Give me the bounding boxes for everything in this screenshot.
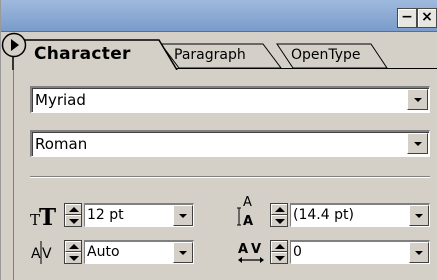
font-size-field[interactable]: 12 pt — [84, 203, 194, 227]
kerning-stepper[interactable] — [64, 240, 82, 264]
svg-text:A: A — [243, 195, 252, 210]
tracking-stepper[interactable] — [270, 240, 288, 264]
palette-title-bar[interactable]: − × — [1, 0, 437, 32]
tab-strip: Character Paragraph OpenType — [1, 32, 437, 70]
close-button[interactable]: × — [417, 8, 437, 28]
character-panel-body: Myriad Roman T T 12 pt A A (14.4 pt) A V… — [13, 70, 437, 280]
leading-dropdown-arrow[interactable] — [409, 205, 429, 226]
leading-field[interactable]: (14.4 pt) — [290, 203, 430, 227]
tab-opentype[interactable]: OpenType — [291, 48, 361, 62]
character-palette: − × Character Paragraph OpenType Myriad — [0, 0, 437, 280]
kerning-field[interactable]: Auto — [84, 240, 194, 264]
font-family-value: Myriad — [35, 91, 86, 109]
tracking-icon: A V — [238, 242, 264, 263]
font-style-dropdown[interactable]: Roman — [30, 130, 430, 157]
svg-text:A: A — [243, 214, 253, 228]
tracking-dropdown-arrow[interactable] — [409, 242, 429, 263]
tab-paragraph[interactable]: Paragraph — [174, 48, 246, 62]
kerning-increase[interactable] — [65, 241, 81, 252]
leading-increase[interactable] — [271, 204, 287, 215]
tracking-decrease[interactable] — [271, 252, 287, 263]
kerning-dropdown-arrow[interactable] — [173, 242, 193, 263]
tracking-increase[interactable] — [271, 241, 287, 252]
font-size-dropdown-arrow[interactable] — [173, 205, 193, 226]
kerning-decrease[interactable] — [65, 252, 81, 263]
section-divider — [30, 176, 430, 178]
font-size-increase[interactable] — [65, 204, 81, 215]
svg-text:V: V — [42, 246, 52, 262]
tracking-field[interactable]: 0 — [290, 240, 430, 264]
leading-value: (14.4 pt) — [293, 207, 354, 223]
leading-icon: A A — [237, 195, 253, 228]
svg-text:A: A — [238, 242, 248, 257]
font-size-stepper[interactable] — [64, 203, 82, 227]
svg-text:A: A — [31, 246, 41, 262]
svg-text:V: V — [251, 242, 261, 257]
tracking-value: 0 — [293, 244, 302, 260]
kerning-value: Auto — [87, 244, 120, 260]
font-family-dropdown-arrow[interactable] — [407, 89, 428, 110]
leading-stepper[interactable] — [270, 203, 288, 227]
font-size-value: 12 pt — [87, 207, 124, 223]
svg-text:T: T — [39, 204, 56, 228]
font-size-decrease[interactable] — [65, 215, 81, 226]
minimize-button[interactable]: − — [397, 8, 417, 28]
kerning-icon: A V — [31, 241, 52, 264]
palette-menu-icon[interactable] — [1, 32, 27, 58]
font-style-value: Roman — [35, 135, 88, 153]
font-family-dropdown[interactable]: Myriad — [30, 86, 430, 113]
font-style-dropdown-arrow[interactable] — [407, 133, 428, 154]
leading-decrease[interactable] — [271, 215, 287, 226]
font-size-icon: T T — [30, 204, 56, 228]
tab-character[interactable]: Character — [34, 46, 131, 63]
